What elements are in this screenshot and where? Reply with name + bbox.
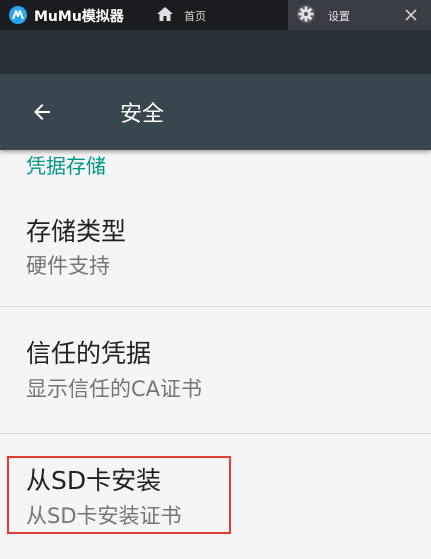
pref-summary: 显示信任的CA证书 (26, 377, 203, 401)
arrow-left-icon (34, 104, 50, 120)
gear-icon (297, 5, 315, 23)
tab-home-label: 首页 (184, 10, 206, 23)
app-bar: 安全 (0, 74, 431, 150)
page-title: 安全 (120, 102, 165, 127)
tab-home[interactable]: 首页 (148, 0, 286, 30)
android-status-bar (0, 30, 431, 74)
highlight-annotation-box (7, 456, 231, 534)
pref-title: 信任的凭据 (26, 339, 152, 368)
tab-settings-label: 设置 (328, 10, 350, 23)
tab-settings[interactable]: 设置 (288, 0, 431, 30)
section-header-credential-storage: 凭据存储 (26, 154, 106, 178)
emulator-title-bar: MuMu模拟器 首页 设置 (0, 0, 431, 30)
close-icon[interactable] (402, 6, 420, 24)
back-button[interactable] (20, 90, 64, 134)
pref-item-trusted-credentials[interactable]: 信任的凭据 显示信任的CA证书 (0, 307, 431, 433)
pref-title: 存储类型 (26, 217, 127, 246)
home-icon (157, 7, 173, 21)
emulator-app-name: MuMu模拟器 (34, 9, 124, 25)
pref-item-storage-type[interactable]: 存储类型 硬件支持 (0, 200, 431, 306)
pref-summary: 硬件支持 (26, 254, 110, 278)
mumu-logo-icon (9, 6, 27, 24)
settings-list: 凭据存储 存储类型 硬件支持 信任的凭据 显示信任的CA证书 从SD卡安装 从S… (0, 150, 431, 559)
